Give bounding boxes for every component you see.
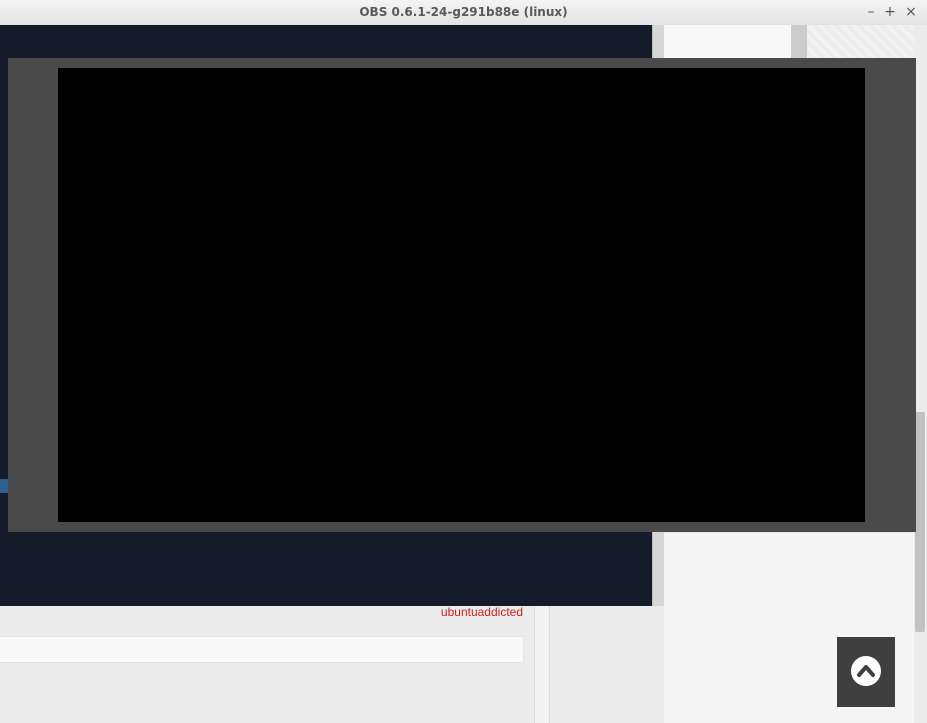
close-button[interactable]: ×: [902, 3, 920, 21]
chat-username[interactable]: ubuntuaddicted: [400, 605, 523, 619]
maximize-button[interactable]: +: [881, 3, 899, 21]
chat-area: [0, 606, 664, 723]
minimize-button[interactable]: –: [862, 3, 880, 21]
page-scrollbar-thumb[interactable]: [915, 412, 925, 632]
window-title: OBS 0.6.1-24-g291b88e (linux): [359, 5, 568, 19]
chat-input[interactable]: [0, 636, 524, 663]
sidebar-scrollbar[interactable]: [791, 25, 807, 61]
chevron-up-icon: [851, 656, 881, 686]
chat-divider: [534, 606, 550, 723]
preview-canvas[interactable]: [58, 68, 865, 522]
sidebar-pattern: [807, 25, 927, 61]
sidebar-panel: [664, 25, 792, 61]
